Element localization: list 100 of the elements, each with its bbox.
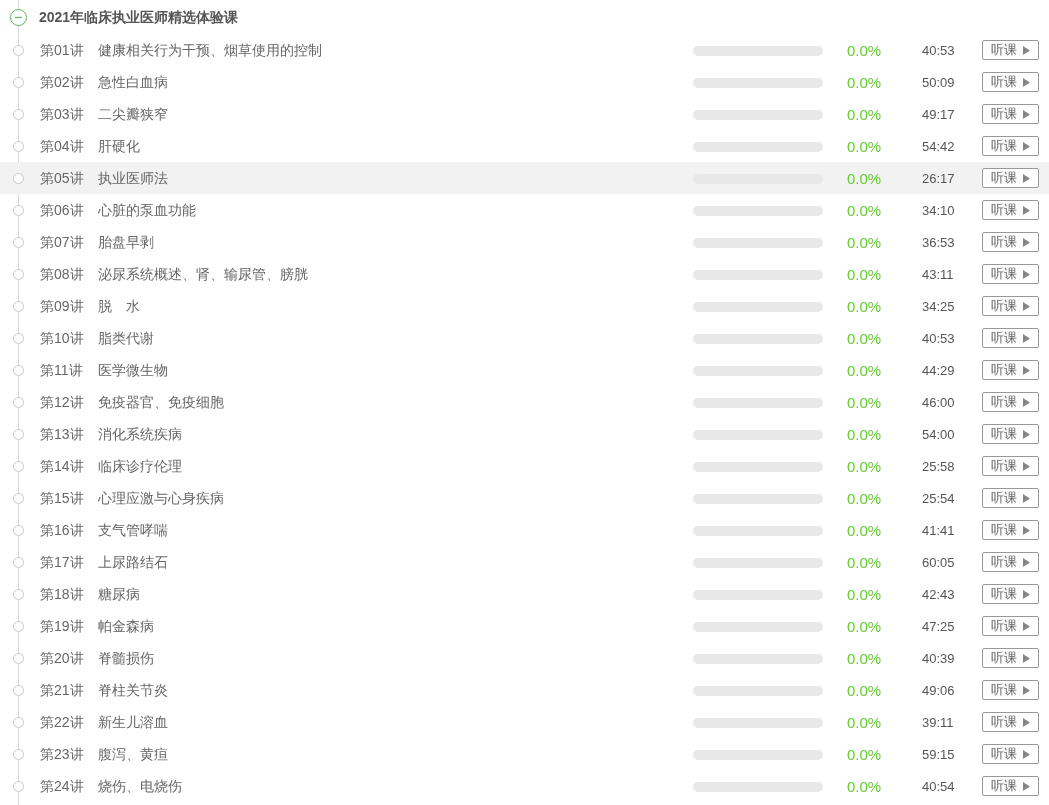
lecture-row[interactable]: 第02讲 急性白血病 0.0% 50:09 听课	[0, 66, 1049, 98]
lecture-row[interactable]: 第05讲 执业医师法 0.0% 26:17 听课	[0, 162, 1049, 194]
lecture-duration: 59:15	[922, 746, 956, 765]
listen-button[interactable]: 听课	[982, 712, 1039, 732]
lecture-row[interactable]: 第01讲 健康相关行为干预、烟草使用的控制 0.0% 40:53 听课	[0, 34, 1049, 66]
lecture-number: 第06讲	[40, 200, 85, 220]
timeline-node	[13, 300, 24, 312]
listen-button[interactable]: 听课	[982, 616, 1039, 636]
lecture-row[interactable]: 第03讲 二尖瓣狭窄 0.0% 49:17 听课	[0, 98, 1049, 130]
lecture-row[interactable]: 第24讲 烧伤、电烧伤 0.0% 40:54 听课	[0, 770, 1049, 802]
lecture-title: 脊柱关节炎	[98, 680, 169, 700]
lecture-duration: 26:17	[922, 170, 956, 189]
progress-percent: 0.0%	[847, 105, 883, 126]
listen-button[interactable]: 听课	[982, 392, 1039, 412]
listen-button[interactable]: 听课	[982, 40, 1039, 60]
lecture-row[interactable]: 第15讲 心理应激与心身疾病 0.0% 25:54 听课	[0, 482, 1049, 514]
lecture-row[interactable]: 第06讲 心脏的泵血功能 0.0% 34:10 听课	[0, 194, 1049, 226]
lecture-row[interactable]: 第21讲 脊柱关节炎 0.0% 49:06 听课	[0, 674, 1049, 706]
play-icon	[1023, 141, 1030, 151]
lecture-title: 烧伤、电烧伤	[98, 776, 183, 796]
lecture-row[interactable]: 第12讲 免疫器官、免疫细胞 0.0% 46:00 听课	[0, 386, 1049, 418]
listen-button[interactable]: 听课	[982, 200, 1039, 220]
listen-button[interactable]: 听课	[982, 168, 1039, 188]
lecture-number: 第10讲	[40, 328, 85, 348]
lecture-number: 第09讲	[40, 296, 85, 316]
play-icon	[1023, 173, 1030, 183]
lecture-row[interactable]: 第18讲 糖尿病 0.0% 42:43 听课	[0, 578, 1049, 610]
listen-button[interactable]: 听课	[982, 520, 1039, 540]
lecture-duration: 42:43	[922, 586, 956, 605]
timeline-node	[13, 748, 24, 760]
play-icon	[1023, 429, 1030, 439]
lecture-duration: 54:00	[922, 426, 956, 445]
listen-button[interactable]: 听课	[982, 232, 1039, 252]
progress-percent: 0.0%	[847, 393, 883, 414]
lecture-row[interactable]: 第07讲 胎盘早剥 0.0% 36:53 听课	[0, 226, 1049, 258]
listen-button[interactable]: 听课	[982, 744, 1039, 764]
lecture-duration: 49:06	[922, 682, 956, 701]
listen-button[interactable]: 听课	[982, 72, 1039, 92]
listen-button[interactable]: 听课	[982, 456, 1039, 476]
listen-button[interactable]: 听课	[982, 136, 1039, 156]
progress-percent: 0.0%	[847, 73, 883, 94]
listen-button[interactable]: 听课	[982, 680, 1039, 700]
lecture-title: 健康相关行为干预、烟草使用的控制	[98, 40, 323, 60]
collapse-toggle[interactable]	[10, 9, 27, 26]
lecture-row[interactable]: 第11讲 医学微生物 0.0% 44:29 听课	[0, 354, 1049, 386]
lecture-duration: 25:58	[922, 458, 956, 477]
lecture-row[interactable]: 第16讲 支气管哮喘 0.0% 41:41 听课	[0, 514, 1049, 546]
lecture-number: 第01讲	[40, 40, 85, 60]
lecture-number: 第23讲	[40, 744, 85, 764]
progress-percent: 0.0%	[847, 777, 883, 798]
lecture-number: 第21讲	[40, 680, 85, 700]
listen-button[interactable]: 听课	[982, 584, 1039, 604]
lecture-row[interactable]: 第09讲 脱 水 0.0% 34:25 听课	[0, 290, 1049, 322]
lecture-number: 第07讲	[40, 232, 85, 252]
lecture-row[interactable]: 第08讲 泌尿系统概述、肾、输尿管、膀胱 0.0% 43:11 听课	[0, 258, 1049, 290]
timeline-node	[13, 44, 24, 56]
listen-button[interactable]: 听课	[982, 552, 1039, 572]
lecture-duration: 60:05	[922, 554, 956, 573]
lecture-row[interactable]: 第14讲 临床诊疗伦理 0.0% 25:58 听课	[0, 450, 1049, 482]
listen-button[interactable]: 听课	[982, 488, 1039, 508]
lecture-number: 第18讲	[40, 584, 85, 604]
lecture-number: 第02讲	[40, 72, 85, 92]
lecture-title: 上尿路结石	[98, 552, 169, 572]
timeline-node	[13, 620, 24, 632]
lecture-row[interactable]: 第22讲 新生儿溶血 0.0% 39:11 听课	[0, 706, 1049, 738]
timeline-node	[13, 332, 24, 344]
timeline-node	[13, 524, 24, 536]
listen-button[interactable]: 听课	[982, 424, 1039, 444]
lecture-number: 第04讲	[40, 136, 85, 156]
lecture-row[interactable]: 第10讲 脂类代谢 0.0% 40:53 听课	[0, 322, 1049, 354]
listen-button[interactable]: 听课	[982, 104, 1039, 124]
listen-button[interactable]: 听课	[982, 776, 1039, 796]
lecture-duration: 41:41	[922, 522, 956, 541]
listen-button[interactable]: 听课	[982, 264, 1039, 284]
lecture-duration: 46:00	[922, 394, 956, 413]
lecture-row[interactable]: 第19讲 帕金森病 0.0% 47:25 听课	[0, 610, 1049, 642]
lecture-title: 消化系统疾病	[98, 424, 183, 444]
lecture-title: 支气管哮喘	[98, 520, 169, 540]
listen-button[interactable]: 听课	[982, 296, 1039, 316]
timeline-node	[13, 396, 24, 408]
listen-button[interactable]: 听课	[982, 328, 1039, 348]
progress-percent: 0.0%	[847, 425, 883, 446]
lecture-number: 第16讲	[40, 520, 85, 540]
lecture-row[interactable]: 第13讲 消化系统疾病 0.0% 54:00 听课	[0, 418, 1049, 450]
listen-button[interactable]: 听课	[982, 360, 1039, 380]
lecture-title: 胎盘早剥	[98, 232, 155, 252]
lecture-row[interactable]: 第04讲 肝硬化 0.0% 54:42 听课	[0, 130, 1049, 162]
play-icon	[1023, 717, 1030, 727]
lecture-duration: 43:11	[922, 266, 955, 285]
lecture-row[interactable]: 第17讲 上尿路结石 0.0% 60:05 听课	[0, 546, 1049, 578]
lecture-row[interactable]: 第23讲 腹泻、黄疸 0.0% 59:15 听课	[0, 738, 1049, 770]
timeline-node	[13, 140, 24, 152]
lecture-title: 腹泻、黄疸	[98, 744, 169, 764]
progress-percent: 0.0%	[847, 521, 883, 542]
timeline-node	[13, 204, 24, 216]
listen-button[interactable]: 听课	[982, 648, 1039, 668]
lecture-row[interactable]: 第20讲 脊髓损伤 0.0% 40:39 听课	[0, 642, 1049, 674]
lecture-number: 第03讲	[40, 104, 85, 124]
play-icon	[1023, 685, 1030, 695]
lecture-title: 帕金森病	[98, 616, 155, 636]
